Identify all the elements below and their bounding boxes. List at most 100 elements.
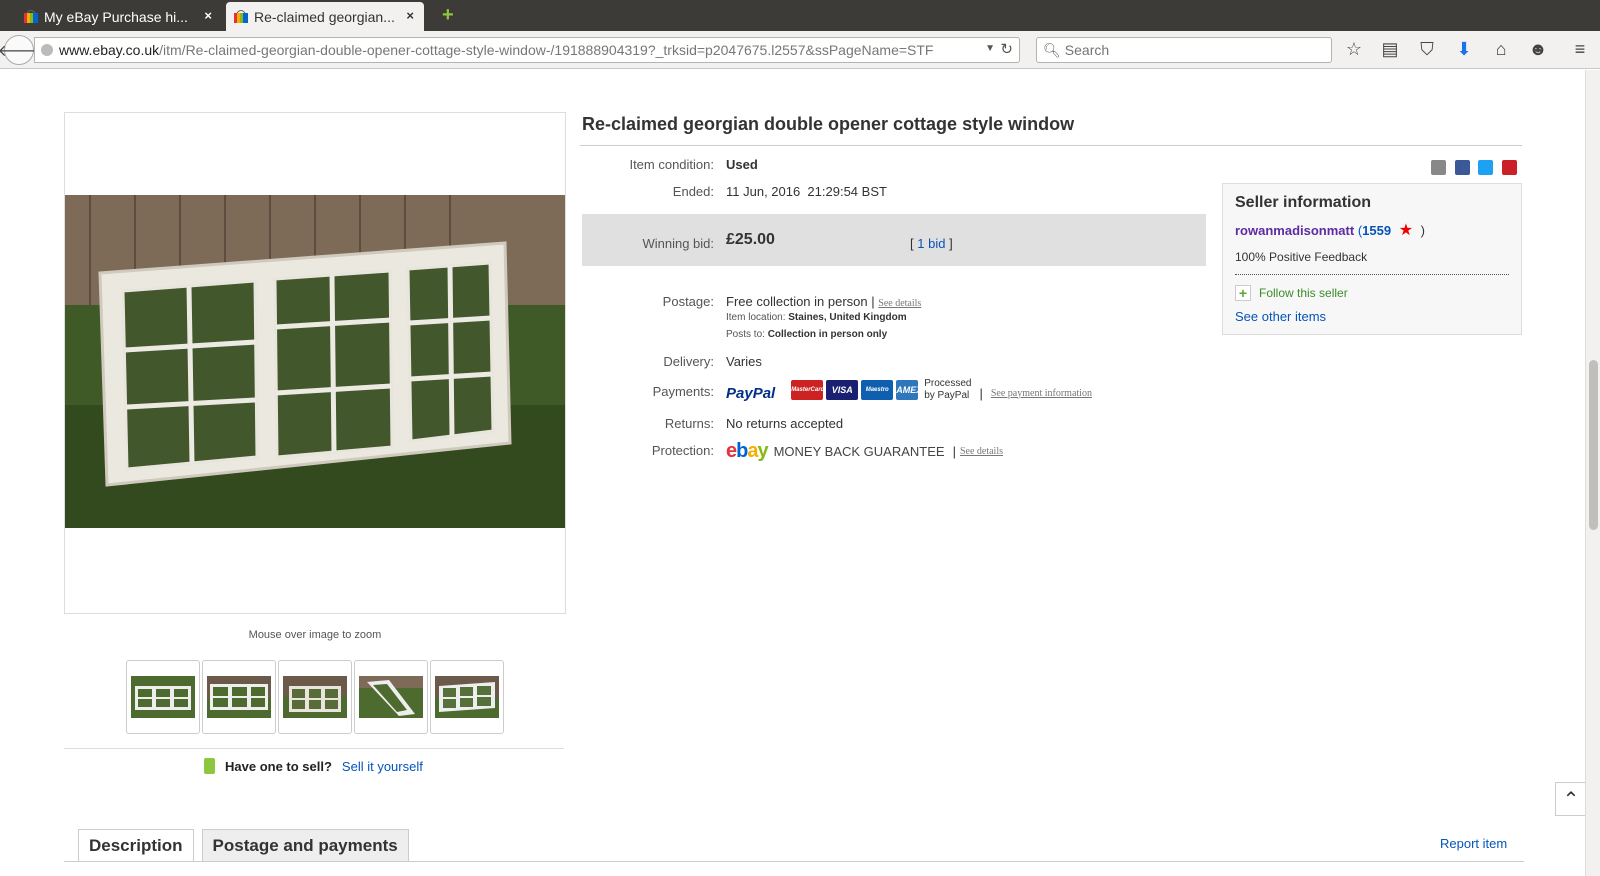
protection-see-details-link[interactable]: See details [960,446,1003,457]
browser-nav-bar: 🡐 www.ebay.co.uk/itm/Re-claimed-georgian… [0,31,1600,69]
visa-icon: VISA [826,380,859,400]
back-button[interactable]: 🡐 [0,35,40,65]
see-other-items-link[interactable]: See other items [1235,309,1509,324]
posts-to: Posts to: Collection in person only [726,329,887,340]
feedback-score-link[interactable]: 1559 [1362,223,1391,238]
separator: | [979,385,983,401]
condition-value: Used [726,157,758,172]
condition-label: Item condition: [629,157,714,172]
bookmark-star-icon[interactable]: ☆ [1343,39,1365,60]
mastercard-icon: MasterCard [791,380,824,400]
ebay-favicon-icon [24,10,38,23]
see-payment-information-link[interactable]: See payment information [991,388,1092,399]
seller-name-row: rowanmadisonmatt (1559 ★ ) [1235,220,1509,240]
divider [64,861,1524,862]
main-image-frame[interactable] [64,112,566,614]
ebay-logo: ebay [726,440,769,463]
thumbnail-image [207,676,271,718]
description-tabs: Description Postage and payments [78,829,409,862]
returns-label: Returns: [664,416,714,431]
new-tab-button[interactable]: + [442,4,454,27]
url-text: www.ebay.co.uk/itm/Re-claimed-georgian-d… [59,42,979,58]
item-title: Re-claimed georgian double opener cottag… [582,114,1075,134]
plus-icon: + [1235,285,1251,301]
thumbnail-image [283,676,347,718]
menu-icon[interactable]: ≡ [1569,39,1591,60]
by-paypal-text: by PayPal [924,390,970,401]
maestro-icon: Maestro [861,380,894,400]
url-dropdown-icon[interactable]: ▼ [985,43,995,54]
browser-tab-listing[interactable]: Re-claimed georgian... × [226,2,424,31]
postage-label: Postage: [662,294,714,309]
zoom-hint: Mouse over image to zoom [248,629,382,641]
report-item-link[interactable]: Report item [1440,836,1507,851]
protection-label: Protection: [651,443,714,458]
protection-row: ebay MONEY BACK GUARANTEE | See details [726,440,1003,463]
winning-bid-label: Winning bid: [642,236,714,251]
delivery-label: Delivery: [663,354,714,369]
winning-bid-value: £25.00 [726,231,775,248]
chevron-up-icon: ⌃ [1562,788,1580,811]
search-input[interactable] [1064,42,1325,58]
url-domain: www.ebay.co.uk [59,42,160,58]
site-info-icon[interactable] [41,44,53,56]
browser-tab-purchase-history[interactable]: My eBay Purchase hi... × [16,2,222,31]
pocket-icon[interactable]: ⛉ [1416,39,1438,60]
divider [64,748,564,749]
follow-seller-button[interactable]: + Follow this seller [1235,285,1509,301]
thumbnail[interactable] [126,660,200,734]
bid-history-link[interactable]: 1 bid [917,236,945,251]
star-icon: ★ [1398,222,1414,239]
search-icon: 🔍︎ [1043,41,1061,58]
ended-value: 11 Jun, 2016 21:29:54 BST [726,184,887,199]
money-back-guarantee: MONEY BACK GUARANTEE [773,444,945,459]
close-icon[interactable]: × [204,8,212,23]
thumbnail-strip [126,660,504,734]
home-icon[interactable]: ⌂ [1490,39,1512,60]
thumbnail[interactable] [354,660,428,734]
sell-it-yourself-link[interactable]: Sell it yourself [342,759,423,774]
ebay-favicon-icon [234,10,248,23]
returns-value: No returns accepted [726,416,844,431]
scrollbar-thumb[interactable] [1589,360,1598,530]
twitter-icon[interactable] [1478,160,1493,175]
bid-count: [ 1 bid ] [910,236,953,251]
payment-methods: PayPal MasterCard VISA Maestro AMEX Proc… [726,378,1092,402]
posts-to-label: Posts to: [726,329,765,340]
pinterest-icon[interactable] [1502,160,1517,175]
seller-name-link[interactable]: rowanmadisonmatt [1235,223,1354,238]
close-icon[interactable]: × [406,8,414,23]
email-share-icon[interactable] [1431,160,1446,175]
tab-postage-and-payments[interactable]: Postage and payments [201,829,409,862]
scrollbar[interactable] [1585,70,1600,876]
chat-icon[interactable]: ☻ [1527,39,1549,60]
posts-to-value: Collection in person only [767,329,888,340]
main-product-image[interactable] [65,195,565,528]
separator: | [871,294,875,309]
positive-feedback: 100% Positive Feedback [1235,250,1368,264]
url-bar[interactable]: www.ebay.co.uk/itm/Re-claimed-georgian-d… [34,37,1020,63]
thumbnail-image [359,676,423,718]
reload-icon[interactable]: ↻ [1000,40,1013,58]
processed-text: Processed [924,378,972,389]
thumbnail-image [131,676,195,718]
thumbnail[interactable] [430,660,504,734]
divider [1235,274,1509,275]
item-location: Item location: Staines, United Kingdom [726,312,907,323]
download-icon[interactable]: ⬇ [1453,39,1475,60]
postage-value: Free collection in person [726,294,868,309]
thumbnail[interactable] [202,660,276,734]
ebay-logo-text: ebay [726,440,769,462]
delivery-value: Varies [726,354,762,369]
tab-description[interactable]: Description [78,829,194,862]
back-to-top-button[interactable]: ⌃ [1555,782,1587,816]
search-bar[interactable]: 🔍︎ [1036,37,1332,63]
facebook-icon[interactable] [1455,160,1470,175]
winning-bid-box: Winning bid: £25.00 [ 1 bid ] [582,214,1206,266]
browser-tab-bar: My eBay Purchase hi... × Re-claimed geor… [0,0,1600,31]
reading-list-icon[interactable]: ▤ [1379,39,1401,60]
postage-see-details-link[interactable]: See details [878,298,921,309]
sell-question: Have one to sell? [225,758,332,774]
price-tag-icon [204,758,215,774]
thumbnail[interactable] [278,660,352,734]
